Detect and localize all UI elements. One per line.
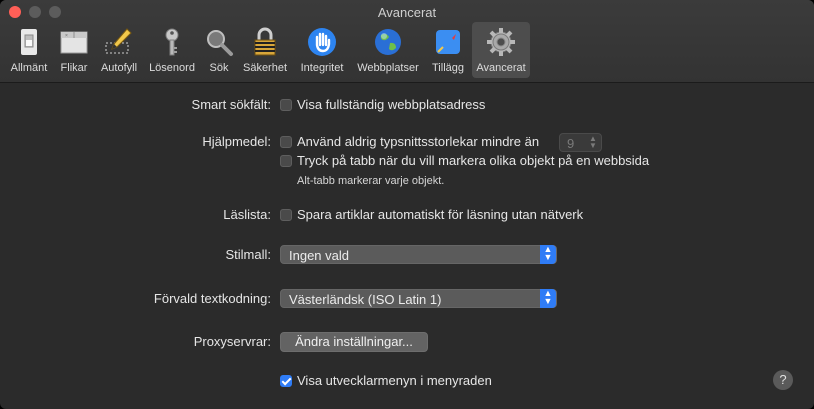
tab-tabs[interactable]: × Flikar xyxy=(54,22,94,78)
tab-passwords[interactable]: Lösenord xyxy=(144,22,200,78)
preferences-window: Avancerat Allmänt × Flikar Autofyll Löse… xyxy=(0,0,814,409)
tab-websites[interactable]: Webbplatser xyxy=(352,22,424,78)
tab-label: Tillägg xyxy=(432,62,464,74)
tab-label: Flikar xyxy=(60,62,88,74)
tab-label: Säkerhet xyxy=(242,62,288,74)
key-icon xyxy=(165,28,179,56)
show-full-address-checkbox[interactable] xyxy=(280,99,292,111)
tab-autofill[interactable]: Autofyll xyxy=(96,22,142,78)
window-title: Avancerat xyxy=(377,5,437,20)
tab-highlight-hint: Alt-tabb markerar varje objekt. xyxy=(297,175,445,187)
tab-privacy[interactable]: Integritet xyxy=(294,22,350,78)
hand-icon xyxy=(308,28,336,56)
tab-advanced[interactable]: Avancerat xyxy=(472,22,530,78)
min-font-size-value: 9 xyxy=(567,136,575,151)
show-develop-menu-checkbox[interactable] xyxy=(280,375,292,387)
tab-security[interactable]: Säkerhet xyxy=(238,22,292,78)
min-font-size-option[interactable]: Använd aldrig typsnittsstorlekar mindre … xyxy=(297,134,539,149)
min-font-size-select[interactable]: 9 ▲ ▼ xyxy=(559,133,602,152)
title-bar: Avancerat Allmänt × Flikar Autofyll Löse… xyxy=(0,0,814,83)
style-sheet-select[interactable]: Ingen vald ▲ ▼ xyxy=(280,245,557,264)
pencil-icon xyxy=(105,28,132,54)
advanced-settings-panel: Smart sökfält: Visa fullständig webbplat… xyxy=(0,83,814,409)
chevron-up-down-icon: ▲ ▼ xyxy=(540,289,556,308)
accessibility-label: Hjälpmedel: xyxy=(202,134,271,149)
tab-general[interactable]: Allmänt xyxy=(6,22,52,78)
tab-search[interactable]: Sök xyxy=(202,22,236,78)
chevron-up-down-icon: ▲ ▼ xyxy=(540,245,556,264)
tab-label: Avancerat xyxy=(476,62,526,74)
extensions-icon xyxy=(436,30,460,54)
tab-label: Autofyll xyxy=(100,62,138,74)
default-encoding-label: Förvald textkodning: xyxy=(153,291,271,306)
chevron-up-down-icon: ▲ ▼ xyxy=(589,134,597,150)
tab-label: Sök xyxy=(209,62,229,74)
smart-search-label: Smart sökfält: xyxy=(191,97,271,112)
save-articles-offline-checkbox[interactable] xyxy=(280,209,292,221)
style-sheet-value: Ingen vald xyxy=(289,248,349,263)
globe-icon xyxy=(375,29,401,55)
show-full-address-option[interactable]: Visa fullständig webbplatsadress xyxy=(297,97,485,112)
padlock-icon xyxy=(254,27,276,56)
reading-list-label: Läslista: xyxy=(223,207,271,222)
tab-highlight-option[interactable]: Tryck på tabb när du vill markera olika … xyxy=(297,153,649,168)
gear-icon xyxy=(487,28,515,56)
min-font-size-checkbox[interactable] xyxy=(280,136,292,148)
change-settings-button[interactable]: Ändra inställningar... xyxy=(280,332,428,352)
switch-icon xyxy=(21,29,37,55)
tab-extensions[interactable]: Tillägg xyxy=(426,22,470,78)
style-sheet-label: Stilmall: xyxy=(225,247,271,262)
proxies-label: Proxyservrar: xyxy=(193,334,271,349)
svg-text:×: × xyxy=(65,33,68,39)
tab-label: Webbplatser xyxy=(357,62,419,74)
save-articles-offline-option[interactable]: Spara artiklar automatiskt för läsning u… xyxy=(297,207,583,222)
magnifier-icon xyxy=(207,30,233,56)
help-button[interactable]: ? xyxy=(773,370,793,390)
show-develop-menu-option[interactable]: Visa utvecklarmenyn i menyraden xyxy=(297,373,492,388)
default-encoding-select[interactable]: Västerländsk (ISO Latin 1) ▲ ▼ xyxy=(280,289,557,308)
tabs-icon: × xyxy=(60,31,88,54)
tab-label: Integritet xyxy=(300,62,344,74)
tab-label: Allmänt xyxy=(10,62,48,74)
tab-label: Lösenord xyxy=(149,62,195,74)
default-encoding-value: Västerländsk (ISO Latin 1) xyxy=(289,292,442,307)
tab-highlight-checkbox[interactable] xyxy=(280,155,292,167)
